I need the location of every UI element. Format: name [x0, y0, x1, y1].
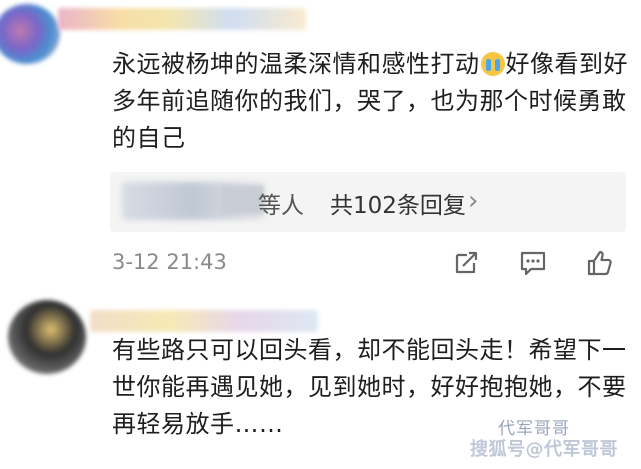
share-icon[interactable] — [451, 248, 481, 278]
watermark-bottom: 搜狐号@代军哥哥 — [470, 439, 618, 460]
timestamp: 3-12 21:43 — [112, 250, 227, 274]
comment-text-part: 永远被杨坤的温柔深情和感性打动 — [112, 50, 480, 78]
like-icon[interactable] — [585, 248, 615, 278]
replies-suffix: 等人 — [258, 193, 304, 219]
avatar[interactable] — [0, 4, 60, 64]
comment-text: 永远被杨坤的温柔深情和感性打动 好像看到好多年前追随你的我们，哭了，也为那个时候勇… — [112, 46, 632, 157]
replies-count-link[interactable]: 共102条回复 — [330, 186, 466, 220]
username-mosaic — [58, 8, 306, 30]
crying-face-icon — [480, 52, 505, 76]
chevron-right-icon: › — [468, 186, 479, 216]
username-mosaic — [90, 310, 318, 332]
replies-summary[interactable]: 等人 共102条回复 › — [110, 172, 626, 232]
comment-icon[interactable] — [518, 248, 548, 278]
avatar[interactable] — [8, 300, 86, 374]
